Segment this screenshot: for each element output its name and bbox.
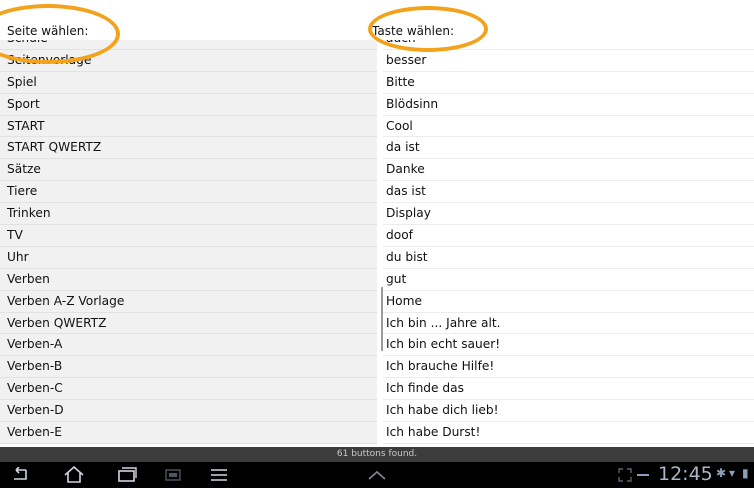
- button-list-item[interactable]: Danke: [383, 159, 754, 182]
- page-list-item[interactable]: Sätze: [0, 159, 377, 182]
- button-list-item[interactable]: Ich habe dich lieb!: [383, 400, 754, 423]
- button-header-highlight: [368, 6, 488, 52]
- button-list-item[interactable]: Display: [383, 203, 754, 226]
- page-list-item[interactable]: Verben A-Z Vorlage: [0, 290, 377, 313]
- button-list-item[interactable]: Ich finde das: [383, 378, 754, 401]
- bluetooth-icon: ✱: [716, 466, 727, 480]
- button-list-panel: Taste wählen: auch besser Bitte Blödsinn…: [372, 0, 754, 447]
- button-list-item[interactable]: das ist: [383, 181, 754, 204]
- page-list-item[interactable]: Verben: [0, 268, 377, 291]
- chevron-up-icon[interactable]: [366, 464, 388, 486]
- page-list: Schule Seitenvorlage Spiel Sport START S…: [0, 28, 377, 444]
- button-list-item[interactable]: gut: [383, 268, 754, 291]
- home-icon[interactable]: [63, 464, 85, 486]
- battery-icon: ▮: [742, 466, 749, 480]
- page-list-item[interactable]: Verben QWERTZ: [0, 312, 377, 335]
- button-list-item[interactable]: da ist: [383, 137, 754, 160]
- page-list-item[interactable]: Spiel: [0, 71, 377, 94]
- page-list-item[interactable]: Verben-A: [0, 334, 377, 357]
- page-list-item[interactable]: Verben-E: [0, 422, 377, 444]
- back-icon[interactable]: [9, 464, 31, 486]
- page-list-item[interactable]: Tiere: [0, 181, 377, 204]
- page-list-item[interactable]: Verben-B: [0, 356, 377, 379]
- page-list-item[interactable]: Uhr: [0, 246, 377, 269]
- system-navigation-bar: 12:45 ✱ ▾ ▮: [0, 462, 754, 488]
- result-count-text: 61 buttons found.: [336, 449, 418, 459]
- page-list-item[interactable]: Sport: [0, 93, 377, 116]
- clock: 12:45: [658, 463, 713, 485]
- button-list-item[interactable]: Ich brauche Hilfe!: [383, 356, 754, 379]
- button-list-item[interactable]: du bist: [383, 246, 754, 269]
- page-list-item[interactable]: Verben-C: [0, 378, 377, 401]
- button-list-item[interactable]: Ich habe Durst!: [383, 422, 754, 444]
- button-list-item[interactable]: doof: [383, 225, 754, 247]
- page-list-item[interactable]: Verben-D: [0, 400, 377, 423]
- menu-icon[interactable]: [208, 464, 230, 486]
- button-list-item[interactable]: Home: [383, 290, 754, 313]
- page-list-panel: Seite wählen: Schule Seitenvorlage Spiel…: [0, 0, 377, 447]
- fullscreen-icon[interactable]: [614, 464, 636, 486]
- result-status-bar: 61 buttons found.: [0, 447, 754, 462]
- button-list-item[interactable]: Bitte: [383, 71, 754, 94]
- recent-apps-icon[interactable]: [116, 464, 138, 486]
- button-list-item[interactable]: Cool: [383, 115, 754, 138]
- button-list-item[interactable]: besser: [383, 49, 754, 72]
- button-list: auch besser Bitte Blödsinn Cool da ist D…: [383, 28, 754, 447]
- page-list-item[interactable]: TV: [0, 225, 377, 247]
- button-list-item[interactable]: Ich bin ... Jahre alt.: [383, 312, 754, 335]
- page-list-item[interactable]: START QWERTZ: [0, 137, 377, 160]
- minimize-icon[interactable]: [636, 464, 650, 486]
- page-list-item[interactable]: START: [0, 115, 377, 138]
- wifi-icon: ▾: [729, 466, 736, 480]
- page-list-item[interactable]: Trinken: [0, 203, 377, 226]
- button-list-item[interactable]: Blödsinn: [383, 93, 754, 116]
- screenshot-icon[interactable]: [162, 464, 184, 486]
- button-list-item[interactable]: Ich bin echt sauer!: [383, 334, 754, 357]
